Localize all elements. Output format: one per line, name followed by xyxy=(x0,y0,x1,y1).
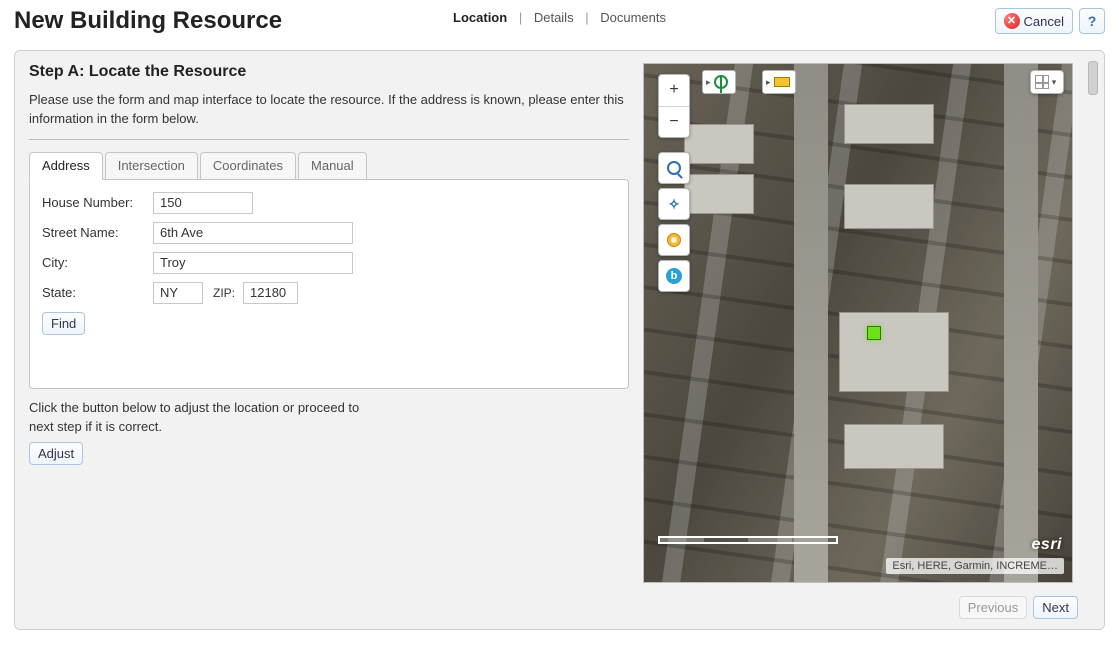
esri-logo: esri xyxy=(1032,536,1062,554)
bookmarks-dropdown[interactable]: ▸ xyxy=(702,70,736,94)
city-input[interactable] xyxy=(153,252,353,274)
street-name-input[interactable] xyxy=(153,222,353,244)
bing-button[interactable]: b xyxy=(658,260,690,292)
zip-label: ZIP: xyxy=(213,286,235,300)
street-name-label: Street Name: xyxy=(42,225,147,240)
panel-scrollbar[interactable] xyxy=(1086,61,1100,581)
ny-extent-button[interactable]: ✧ xyxy=(658,188,690,220)
measure-dropdown[interactable]: ▸ xyxy=(762,70,796,94)
house-number-input[interactable] xyxy=(153,192,253,214)
map-attribution: Esri, HERE, Garmin, INCREME… xyxy=(886,558,1064,574)
basemap-gallery-button[interactable]: ▾ xyxy=(1030,70,1064,94)
ny-outline-icon: ✧ xyxy=(668,196,680,213)
cancel-button[interactable]: ✕ Cancel xyxy=(995,8,1073,34)
map-building xyxy=(684,174,754,214)
map-road xyxy=(794,64,828,582)
top-bar: New Building Resource Location | Details… xyxy=(14,8,1105,50)
zoom-control: + − xyxy=(658,74,690,138)
map-column: + − ✧ b ▸ ▸ xyxy=(643,63,1090,593)
adjust-text-2: next step if it is correct. xyxy=(29,419,162,434)
map-canvas[interactable]: + − ✧ b ▸ ▸ xyxy=(643,63,1073,583)
map-building xyxy=(844,104,934,144)
map-marker-icon xyxy=(867,326,881,340)
zoom-rectangle-button[interactable] xyxy=(658,152,690,184)
tab-separator: | xyxy=(581,10,592,25)
scale-bar xyxy=(658,536,838,544)
adjust-text-1: Click the button below to adjust the loc… xyxy=(29,400,359,415)
chevron-right-icon: ▸ xyxy=(703,77,714,88)
adjust-button[interactable]: Adjust xyxy=(29,442,83,465)
cancel-label: Cancel xyxy=(1024,14,1064,29)
form-column: Step A: Locate the Resource Please use t… xyxy=(29,63,629,593)
zoom-out-button[interactable]: − xyxy=(659,107,689,138)
subtab-coordinates[interactable]: Coordinates xyxy=(200,152,296,180)
scrollbar-thumb[interactable] xyxy=(1088,61,1098,95)
grid-icon xyxy=(1035,75,1049,89)
subtab-intersection[interactable]: Intersection xyxy=(105,152,198,180)
tab-details[interactable]: Details xyxy=(530,10,578,25)
map-road xyxy=(1004,64,1038,582)
find-button[interactable]: Find xyxy=(42,312,85,335)
tab-separator: | xyxy=(515,10,526,25)
help-button[interactable]: ? xyxy=(1079,8,1105,34)
map-building xyxy=(839,312,949,392)
map-building xyxy=(844,424,944,469)
page-title: New Building Resource xyxy=(14,8,282,34)
address-form: House Number: Street Name: City: State: xyxy=(29,179,629,389)
streetview-button[interactable] xyxy=(658,224,690,256)
chevron-down-icon: ▾ xyxy=(1049,77,1060,88)
wizard-footer: Previous Next xyxy=(959,596,1078,619)
tab-location[interactable]: Location xyxy=(449,10,511,25)
subtab-address[interactable]: Address xyxy=(29,152,103,180)
magnifier-icon xyxy=(667,161,681,175)
map-building xyxy=(684,124,754,164)
locate-subtabs: Address Intersection Coordinates Manual xyxy=(29,152,629,180)
globe-icon xyxy=(714,75,728,89)
bing-icon: b xyxy=(666,268,682,284)
zoom-in-button[interactable]: + xyxy=(659,75,689,107)
zip-input[interactable] xyxy=(243,282,298,304)
city-label: City: xyxy=(42,255,147,270)
close-icon: ✕ xyxy=(1004,13,1020,29)
next-button[interactable]: Next xyxy=(1033,596,1078,619)
state-label: State: xyxy=(42,285,147,300)
wizard-tabs: Location | Details | Documents xyxy=(449,10,670,25)
ruler-icon xyxy=(774,77,790,87)
subtab-manual[interactable]: Manual xyxy=(298,152,367,180)
previous-button[interactable]: Previous xyxy=(959,596,1028,619)
chevron-right-icon: ▸ xyxy=(763,77,774,88)
tab-documents[interactable]: Documents xyxy=(596,10,670,25)
step-title: Step A: Locate the Resource xyxy=(29,63,629,81)
pegman-icon xyxy=(667,233,681,247)
map-building xyxy=(844,184,934,229)
adjust-instructions: Click the button below to adjust the loc… xyxy=(29,399,629,437)
state-input[interactable] xyxy=(153,282,203,304)
main-panel: Step A: Locate the Resource Please use t… xyxy=(14,50,1105,630)
step-instructions: Please use the form and map interface to… xyxy=(29,91,629,140)
house-number-label: House Number: xyxy=(42,195,147,210)
